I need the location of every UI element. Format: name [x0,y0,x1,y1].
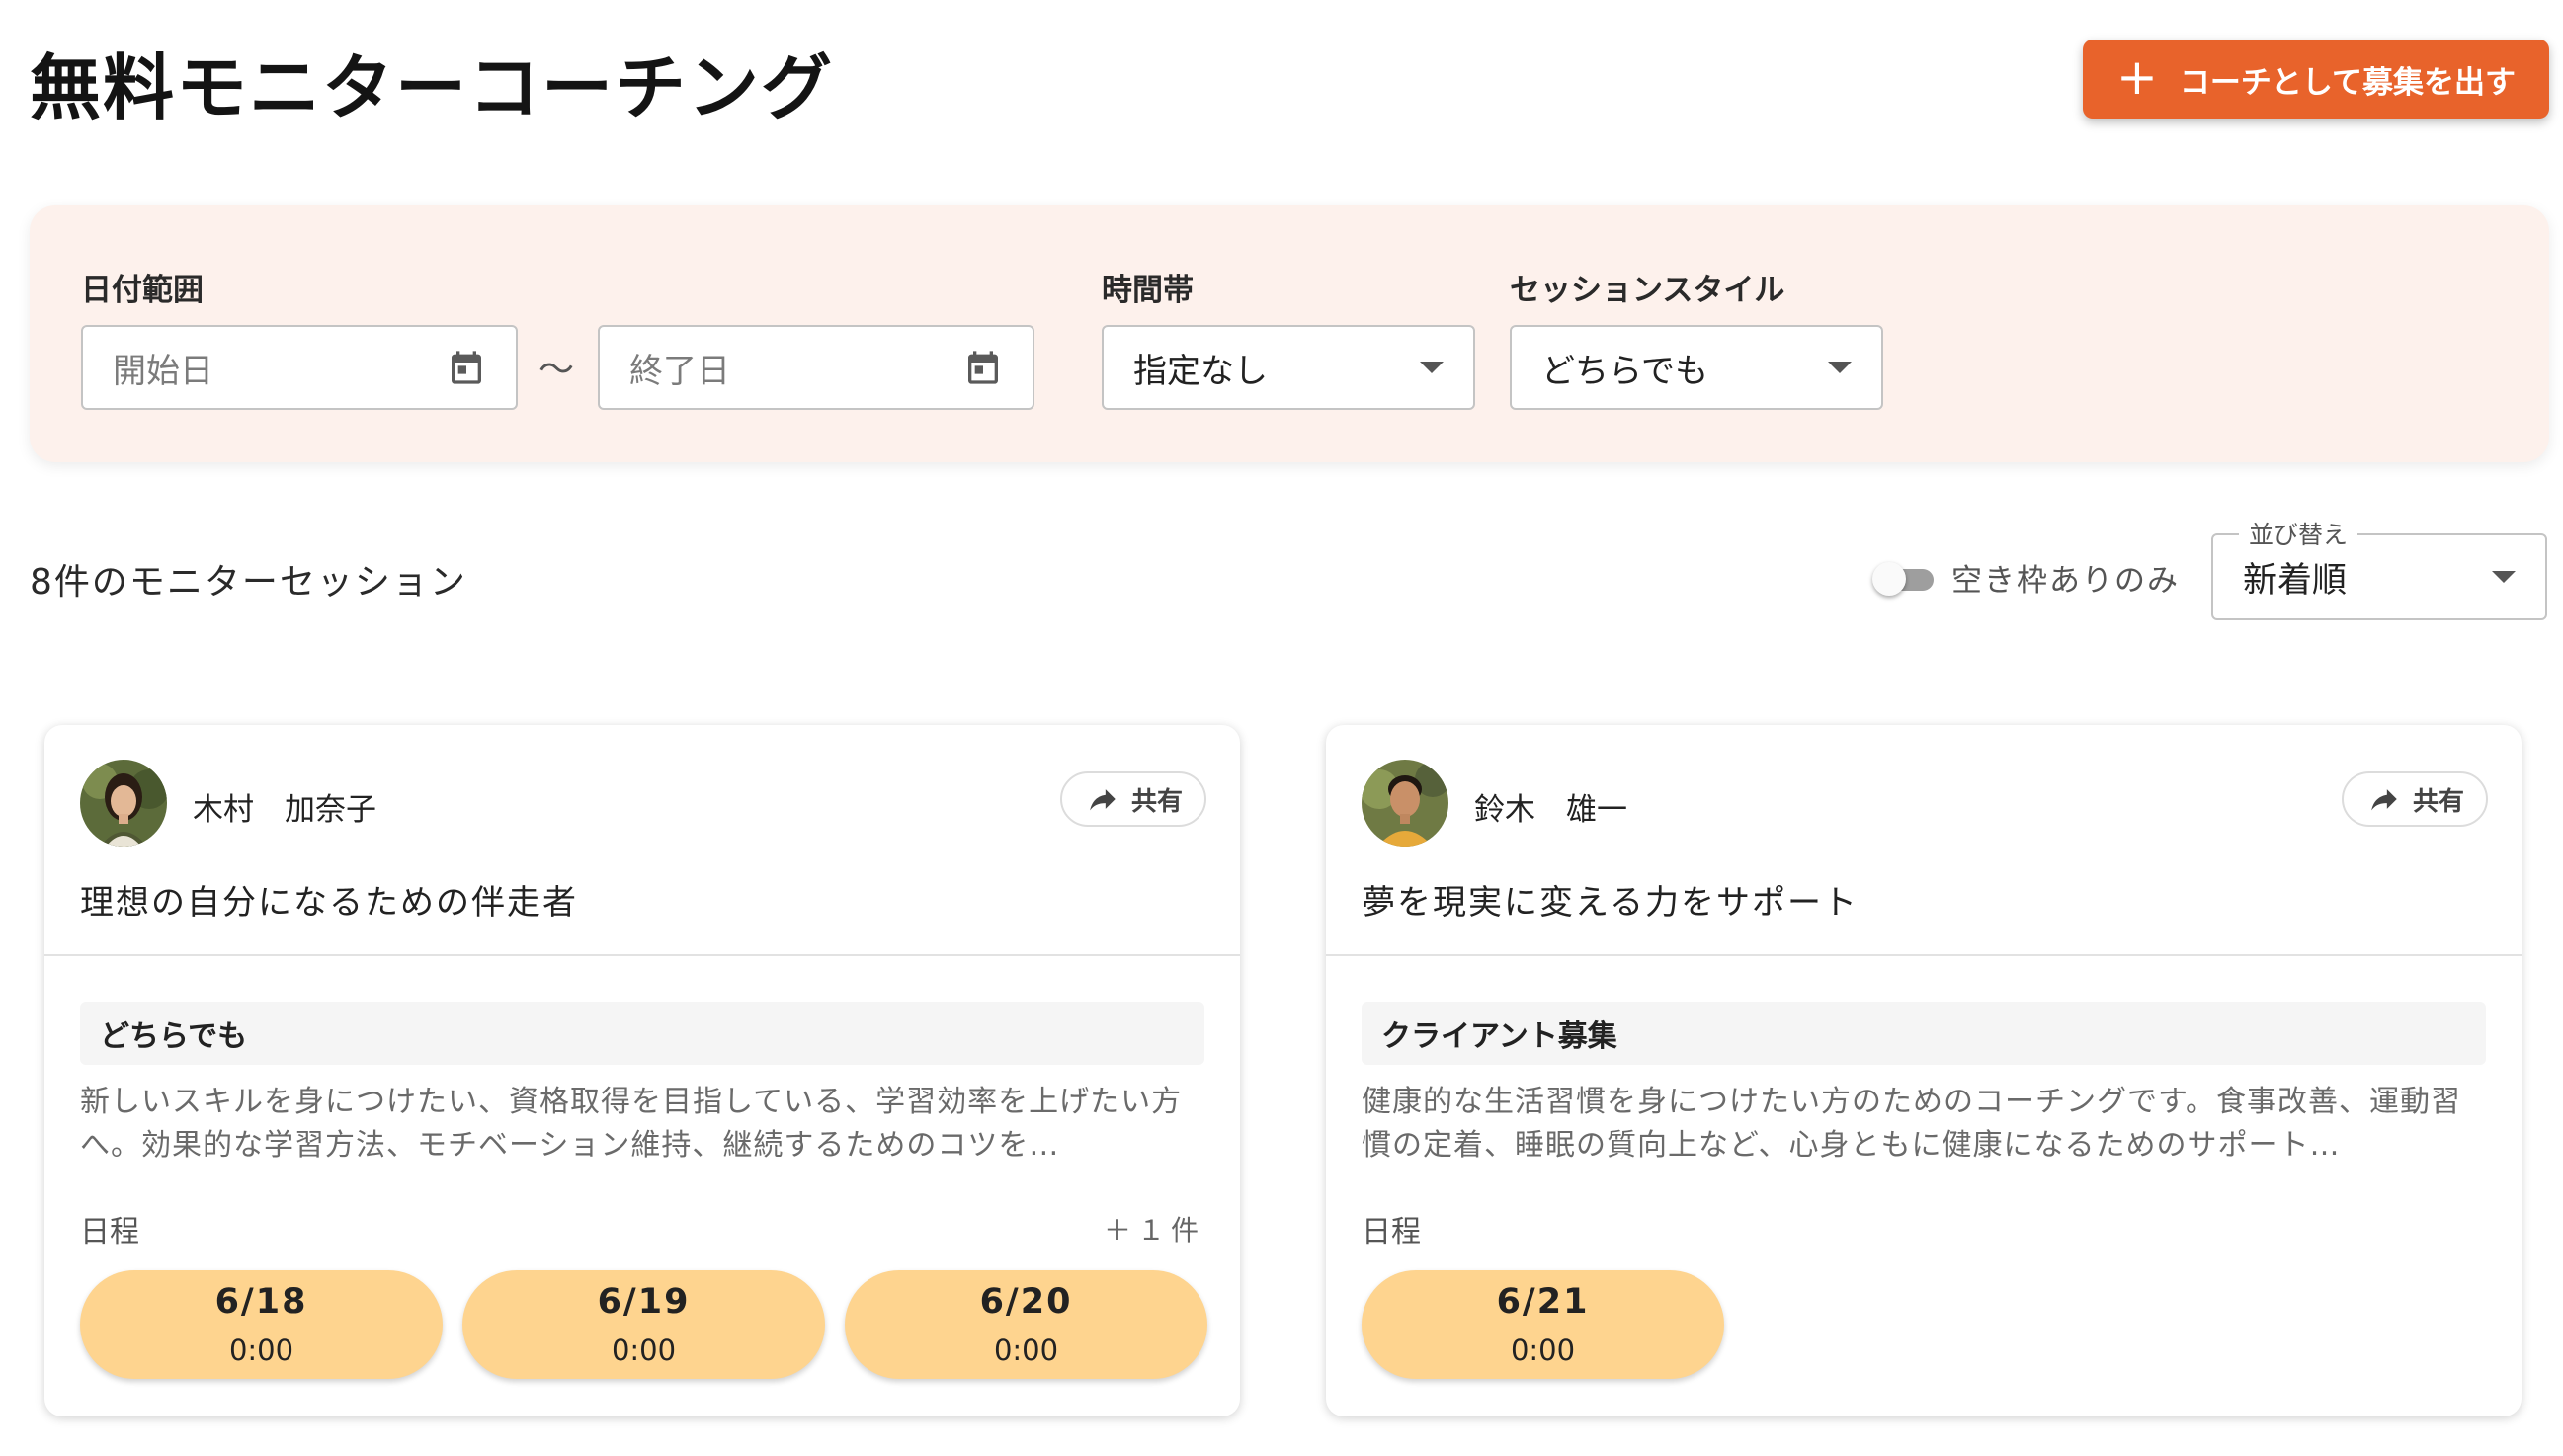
date-range-separator: 〜 [538,350,575,390]
avatar [80,760,167,847]
catch-copy: 理想の自分になるための伴走者 [80,883,578,923]
plus-icon: + [2116,48,2158,106]
slot-time: 0:00 [611,1334,677,1367]
slot-chip[interactable]: 6/19 0:00 [462,1270,825,1379]
toggle-thumb [1872,562,1906,596]
coach-name: 鈴木 雄一 [1474,792,1627,828]
sort-value: 新着順 [2243,560,2348,601]
caret-down-icon [2492,571,2516,583]
session-style-value: どちらでも [1541,351,1708,391]
slot-date: 6/20 [979,1282,1073,1322]
start-date-field[interactable]: 開始日 [81,325,518,410]
session-card[interactable]: 木村 加奈子 共有 理想の自分になるための伴走者 どちらでも 新しいスキルを身に… [44,725,1240,1416]
session-description: 健康的な生活習慣を身につけたい方のためのコーチングです。食事改善、運動習慣の定着… [1362,1085,2461,1163]
slot-list: 6/18 0:00 6/19 0:00 6/20 0:00 [80,1270,1207,1379]
slot-chip[interactable]: 6/18 0:00 [80,1270,443,1379]
calendar-icon[interactable] [963,348,1003,387]
session-description: 新しいスキルを身につけたい、資格取得を目指している、学習効率を上げたい方へ。効果… [80,1085,1183,1163]
session-style-label: セッションスタイル [1510,273,1785,308]
time-slot-select[interactable]: 指定なし [1102,325,1475,410]
slot-time: 0:00 [993,1334,1059,1367]
coach-name: 木村 加奈子 [193,792,376,828]
session-style-text: どちらでも [100,1019,248,1054]
card-divider [44,954,1240,956]
card-divider [1326,954,2522,956]
result-count: 8件のモニターセッション [30,562,467,603]
share-label: 共有 [1130,786,1183,817]
more-slots-count[interactable]: ＋１件 [1104,1209,1204,1249]
recruit-button-label: コーチとして募集を出す [2179,64,2516,101]
caret-down-icon [1420,362,1444,373]
share-button[interactable]: 共有 [1060,771,1206,827]
share-icon [2365,782,2403,816]
start-date-placeholder: 開始日 [113,351,213,391]
end-date-field[interactable]: 終了日 [598,325,1034,410]
slot-time: 0:00 [1510,1334,1576,1367]
slot-date: 6/19 [597,1282,691,1322]
catch-copy: 夢を現実に変える力をサポート [1362,883,1859,923]
time-slot-label: 時間帯 [1102,273,1194,308]
share-label: 共有 [2412,786,2464,817]
session-style-tag: クライアント募集 [1362,1002,2486,1065]
slot-time: 0:00 [228,1334,294,1367]
share-icon [1084,782,1121,816]
calendar-icon[interactable] [447,348,486,387]
caret-down-icon [1828,362,1852,373]
recruit-as-coach-button[interactable]: + コーチとして募集を出す [2083,40,2549,119]
schedule-label: 日程 [1362,1215,1421,1250]
sort-label: 並び替え [2239,516,2358,551]
slot-date: 6/18 [214,1282,308,1322]
session-style-select[interactable]: どちらでも [1510,325,1883,410]
session-style-text: クライアント募集 [1381,1019,1617,1054]
slot-list: 6/21 0:00 [1362,1270,1724,1379]
session-card[interactable]: 鈴木 雄一 共有 夢を現実に変える力をサポート クライアント募集 健康的な生活習… [1326,725,2522,1416]
slot-date: 6/21 [1496,1282,1590,1322]
avatar [1362,760,1448,847]
session-style-tag: どちらでも [80,1002,1204,1065]
schedule-label: 日程 [80,1215,139,1250]
date-range-label: 日付範囲 [81,273,204,308]
time-slot-value: 指定なし [1133,351,1268,391]
available-only-label: 空き枠ありのみ [1951,563,2180,599]
available-only-toggle[interactable] [1872,559,1934,597]
end-date-placeholder: 終了日 [629,351,730,391]
slot-chip[interactable]: 6/21 0:00 [1362,1270,1724,1379]
slot-chip[interactable]: 6/20 0:00 [845,1270,1207,1379]
page-title: 無料モニターコーチング [30,46,835,129]
share-button[interactable]: 共有 [2342,771,2488,827]
